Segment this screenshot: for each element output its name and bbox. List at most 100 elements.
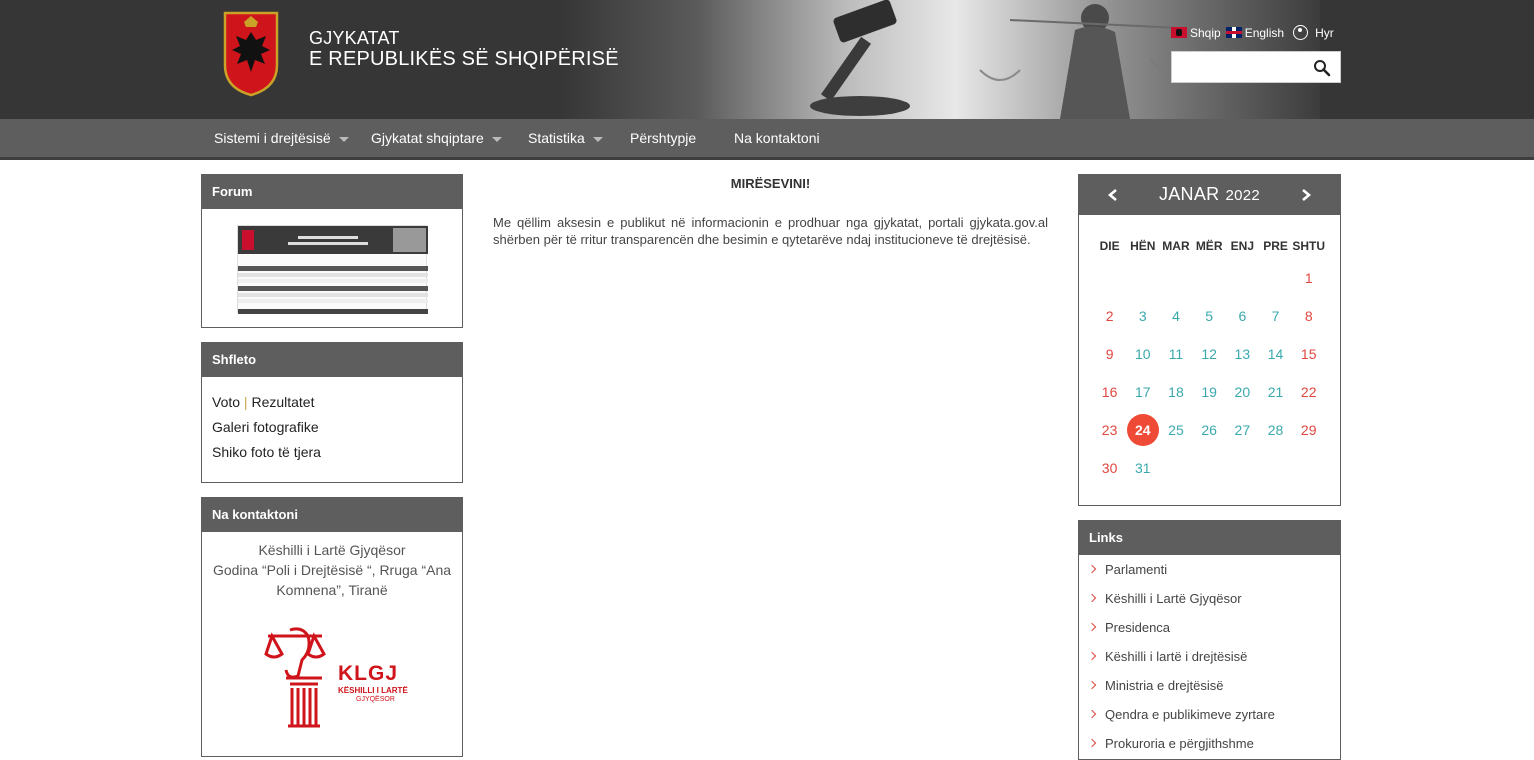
calendar-day[interactable]: 17 (1126, 384, 1159, 400)
klgj-logo-sub1: KËSHILLI I LARTË (338, 686, 408, 695)
calendar-day[interactable]: 24 (1126, 414, 1159, 446)
lang-shqip-link[interactable]: Shqip (1171, 26, 1221, 40)
calendar-day-number: 13 (1234, 346, 1251, 362)
calendar-day-number: 14 (1267, 346, 1284, 362)
calendar-day[interactable]: 14 (1259, 346, 1292, 362)
calendar-day[interactable]: 13 (1226, 346, 1259, 362)
nav-item-statistika[interactable]: Statistika (528, 119, 603, 157)
calendar-day-number: 21 (1267, 384, 1284, 400)
calendar-year: 2022 (1225, 187, 1261, 204)
forum-title: Forum (202, 175, 462, 209)
albania-emblem-icon[interactable] (222, 10, 280, 97)
link-klgj[interactable]: Këshilli i Lartë Gjyqësor (1079, 584, 1340, 613)
calendar-day[interactable]: 26 (1193, 422, 1226, 438)
calendar-day[interactable]: 23 (1093, 422, 1126, 438)
chevron-right-icon[interactable] (1299, 187, 1313, 203)
calendar-day-number: 28 (1267, 422, 1284, 438)
calendar-day[interactable]: 10 (1126, 346, 1159, 362)
calendar-day-number: 27 (1234, 422, 1251, 438)
nav-item-sistemi[interactable]: Sistemi i drejtësisë (214, 119, 349, 157)
calendar-day[interactable]: 4 (1159, 308, 1192, 324)
calendar-day[interactable]: 18 (1159, 384, 1192, 400)
calendar-week-row: 2 3 4 5 6 7 8 (1093, 297, 1329, 335)
shfleto-box: Shfleto Voto | Rezultatet Galeri fotogra… (201, 342, 463, 483)
main-nav: Sistemi i drejtësisë Gjykatat shqiptare … (0, 119, 1534, 160)
forum-thumbnail[interactable] (237, 225, 428, 314)
calendar-header: JANAR 2022 (1079, 175, 1340, 215)
contact-box: Na kontaktoni Këshilli i Lartë Gjyqësor … (201, 497, 463, 757)
calendar-day[interactable]: 6 (1226, 308, 1259, 324)
shiko-foto-link[interactable]: Shiko foto të tjera (212, 440, 452, 465)
calendar-day[interactable]: 2 (1093, 308, 1126, 324)
calendar-day[interactable]: 12 (1193, 346, 1226, 362)
calendar-week-row: 9 10 11 12 13 14 15 (1093, 335, 1329, 373)
weekday-label: ENJ (1230, 239, 1255, 253)
calendar-day-number: 3 (1138, 308, 1147, 324)
calendar-day[interactable]: 9 (1093, 346, 1126, 362)
calendar-day[interactable]: 16 (1093, 384, 1126, 400)
link-ministria[interactable]: Ministria e drejtësisë (1079, 671, 1340, 700)
links-box: Links Parlamenti Këshilli i Lartë Gjyqës… (1078, 520, 1341, 760)
nav-item-kontakt[interactable]: Na kontaktoni (734, 119, 820, 157)
calendar-day-number: 16 (1101, 384, 1118, 400)
nav-item-pershtypje[interactable]: Përshtypje (630, 119, 696, 157)
calendar-day[interactable]: 31 (1126, 460, 1159, 476)
calendar-day[interactable]: 8 (1292, 308, 1325, 324)
search-icon[interactable] (1313, 59, 1331, 77)
weekday-label: MAR (1162, 239, 1190, 253)
link-prokuroria[interactable]: Prokuroria e përgjithshme (1079, 729, 1340, 758)
calendar-day-number: 2 (1105, 308, 1114, 324)
site-header: GJYKATAT E REPUBLIKËS SË SHQIPËRISË Shqi… (0, 0, 1534, 119)
weekday-label: SHTU (1292, 239, 1326, 253)
lang-english-link[interactable]: English (1225, 25, 1285, 40)
calendar-day[interactable]: 25 (1159, 422, 1192, 438)
calendar-day[interactable]: 22 (1292, 384, 1325, 400)
uk-flag-icon (1225, 27, 1242, 38)
forum-box: Forum (201, 174, 463, 328)
calendar-day[interactable]: 5 (1193, 308, 1226, 324)
nav-item-gjykatat[interactable]: Gjykatat shqiptare (371, 119, 502, 157)
calendar-week-row: 23 24 25 26 27 28 29 (1093, 411, 1329, 449)
calendar-day[interactable]: 15 (1292, 346, 1325, 362)
site-title-line1: GJYKATAT (309, 28, 400, 48)
link-presidenca[interactable]: Presidenca (1079, 613, 1340, 642)
site-title[interactable]: GJYKATAT E REPUBLIKËS SË SHQIPËRISË (309, 28, 619, 70)
calendar-day-number: 15 (1300, 346, 1317, 362)
calendar-day-number: 12 (1201, 346, 1217, 362)
calendar-day-number: 5 (1205, 308, 1214, 324)
rezultatet-link[interactable]: Rezultatet (251, 394, 314, 410)
link-kld[interactable]: Këshilli i lartë i drejtësisë (1079, 642, 1340, 671)
calendar-day[interactable]: 11 (1159, 346, 1192, 362)
calendar-day-number: 11 (1168, 346, 1184, 362)
link-parlamenti[interactable]: Parlamenti (1079, 555, 1340, 584)
calendar-day[interactable]: 28 (1259, 422, 1292, 438)
calendar-day-number: 31 (1134, 460, 1151, 476)
lang-english-label: English (1244, 25, 1285, 40)
links-list: Parlamenti Këshilli i Lartë Gjyqësor Pre… (1079, 555, 1340, 758)
calendar-week-row: 1 (1093, 259, 1329, 297)
calendar-day[interactable]: 30 (1093, 460, 1126, 476)
calendar-day-number: 19 (1201, 384, 1217, 400)
calendar-day-number: 8 (1304, 308, 1313, 324)
calendar-day-number: 23 (1101, 422, 1118, 438)
calendar-day[interactable]: 7 (1259, 308, 1292, 324)
calendar-day-number: 1 (1304, 270, 1313, 286)
voto-link[interactable]: Voto (212, 394, 240, 410)
calendar-day[interactable]: 21 (1259, 384, 1292, 400)
calendar-day-number: 4 (1172, 308, 1180, 324)
galeri-link[interactable]: Galeri fotografike (212, 415, 452, 440)
search-input[interactable] (1172, 52, 1307, 82)
calendar-day[interactable]: 29 (1292, 422, 1325, 438)
calendar-day[interactable]: 27 (1226, 422, 1259, 438)
calendar-day[interactable]: 1 (1292, 270, 1325, 286)
calendar-day-number: 20 (1234, 384, 1251, 400)
link-qpz[interactable]: Qendra e publikimeve zyrtare (1079, 700, 1340, 729)
login-link[interactable]: Hyr (1293, 25, 1334, 40)
klgj-logo[interactable]: KLGJ KËSHILLI I LARTË GJYQËSOR (262, 626, 412, 736)
calendar-day[interactable]: 3 (1126, 308, 1159, 324)
calendar-day-number: 9 (1105, 346, 1114, 362)
calendar-day[interactable]: 19 (1193, 384, 1226, 400)
nav-item-label: Sistemi i drejtësisë (214, 130, 331, 146)
login-label: Hyr (1315, 25, 1334, 40)
calendar-day[interactable]: 20 (1226, 384, 1259, 400)
